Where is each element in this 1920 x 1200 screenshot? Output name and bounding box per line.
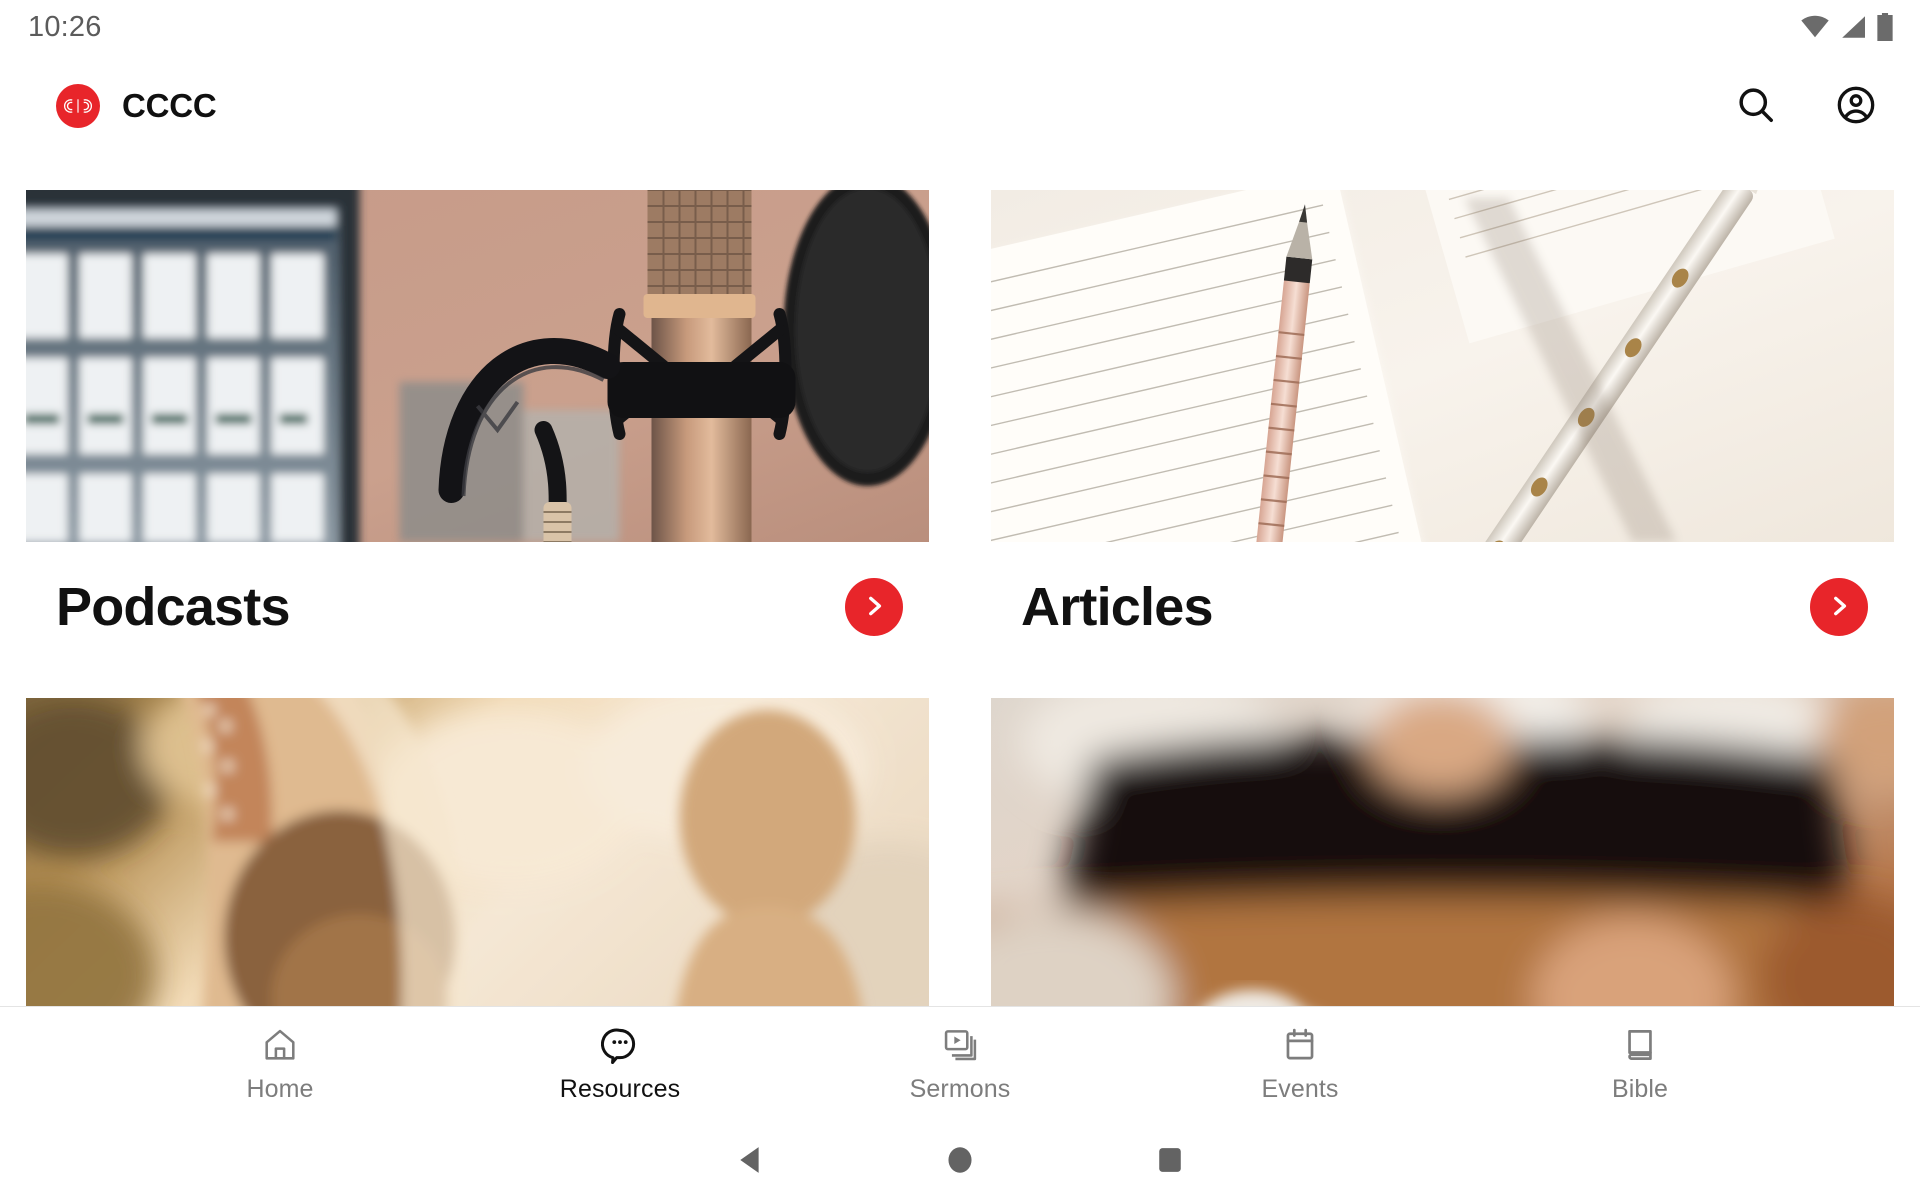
home-button[interactable] (855, 1122, 1065, 1200)
book-icon (1621, 1025, 1659, 1065)
square-icon (1157, 1146, 1183, 1177)
chevron-right-icon (1826, 593, 1852, 622)
triangle-left-icon (737, 1146, 763, 1177)
card-footer: Podcasts (26, 542, 929, 666)
card-title: Articles (1021, 577, 1214, 637)
battery-icon (1876, 13, 1894, 41)
resource-card-third[interactable] (26, 698, 929, 1006)
resources-content: Podcasts Articles (0, 158, 1920, 1006)
resource-card-articles[interactable]: Articles (991, 190, 1894, 666)
notebook-and-pens-photo (991, 190, 1894, 542)
wifi-icon (1800, 15, 1830, 39)
nav-label-events: Events (1261, 1075, 1339, 1103)
nav-item-resources[interactable]: Resources (450, 1007, 790, 1122)
calendar-icon (1281, 1025, 1319, 1065)
chat-bubble-dots-icon (601, 1025, 639, 1065)
search-icon (1734, 83, 1778, 130)
search-button[interactable] (1728, 78, 1784, 134)
account-circle-icon (1834, 83, 1878, 130)
chevron-right-icon (861, 593, 887, 622)
status-bar: 10:26 (0, 0, 1920, 54)
brand[interactable]: CCCC (56, 84, 217, 128)
articles-arrow-button[interactable] (1810, 578, 1868, 636)
people-at-sunset-photo (26, 698, 929, 1006)
video-library-icon (941, 1025, 979, 1065)
status-bar-icons (1800, 13, 1894, 41)
nav-label-bible: Bible (1611, 1075, 1669, 1103)
cellular-signal-icon (1839, 15, 1867, 39)
app-bar-actions (1728, 78, 1884, 134)
account-button[interactable] (1828, 78, 1884, 134)
nav-item-home[interactable]: Home (110, 1007, 450, 1122)
nav-label-home: Home (246, 1075, 314, 1103)
status-bar-clock: 10:26 (28, 10, 102, 43)
nav-item-events[interactable]: Events (1130, 1007, 1470, 1122)
circle-icon (946, 1145, 974, 1178)
android-system-navigation (0, 1122, 1920, 1200)
resource-card-grid: Podcasts Articles (26, 158, 1894, 1006)
nav-label-sermons: Sermons (909, 1075, 1011, 1103)
card-footer: Articles (991, 542, 1894, 666)
app-bar: CCCC (0, 54, 1920, 158)
recents-button[interactable] (1065, 1122, 1275, 1200)
home-icon (261, 1025, 299, 1065)
bottom-navigation-bar: Home Resources Sermons Events Bible (0, 1006, 1920, 1122)
cccc-logo-icon (56, 84, 100, 128)
back-button[interactable] (645, 1122, 855, 1200)
podcast-microphone-photo (26, 190, 929, 542)
resource-card-fourth[interactable] (991, 698, 1894, 1006)
nav-item-bible[interactable]: Bible (1470, 1007, 1810, 1122)
card-title: Podcasts (56, 577, 291, 637)
nav-item-sermons[interactable]: Sermons (790, 1007, 1130, 1122)
nav-label-resources: Resources (559, 1075, 681, 1103)
blurred-person-with-device-photo (991, 698, 1894, 1006)
app-screen: 10:26 CCCC Podcasts Articles Home Resour… (0, 0, 1920, 1200)
resource-card-podcasts[interactable]: Podcasts (26, 190, 929, 666)
app-title: CCCC (122, 87, 217, 124)
podcasts-arrow-button[interactable] (845, 578, 903, 636)
